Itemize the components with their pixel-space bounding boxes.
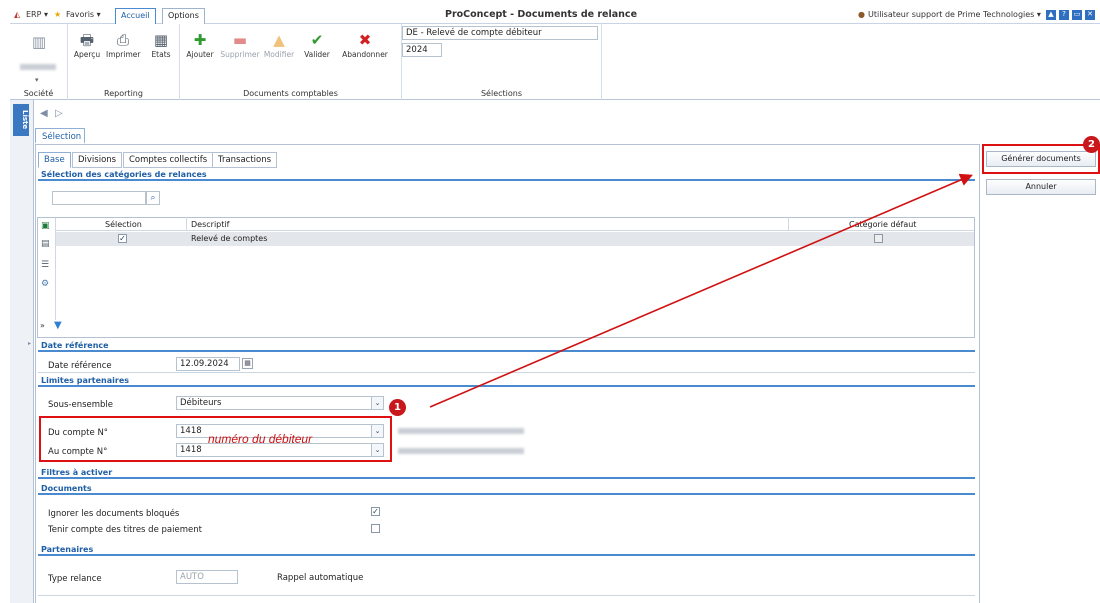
annotation-arrow bbox=[429, 173, 973, 408]
step-badge-2: 2 bbox=[1083, 136, 1100, 153]
tab-selection[interactable]: Sélection bbox=[35, 128, 85, 144]
step-badge-1: 1 bbox=[389, 399, 406, 416]
